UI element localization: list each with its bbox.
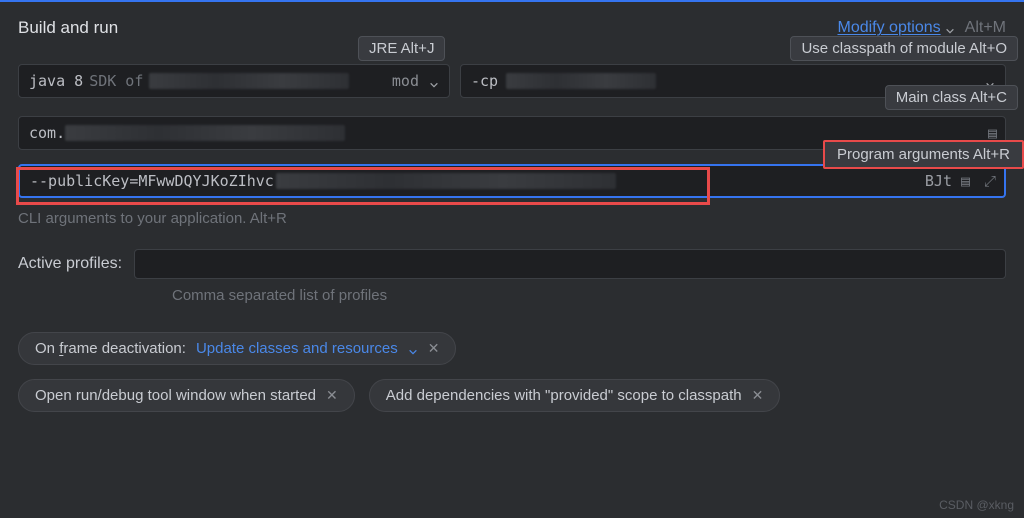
jre-value: java 8: [29, 72, 83, 90]
modify-shortcut: Alt+M: [965, 19, 1006, 37]
modify-options-link[interactable]: Modify options Alt+M: [837, 19, 1006, 37]
chip-frame-label: On frame deactivation:: [35, 340, 186, 357]
redacted-text: [506, 73, 656, 89]
close-icon[interactable]: ✕: [428, 340, 440, 357]
jre-suffix: SDK of: [89, 72, 143, 90]
chip-frame-value[interactable]: Update classes and resources: [196, 340, 398, 357]
profiles-input[interactable]: [134, 249, 1006, 279]
profiles-label: Active profiles:: [18, 255, 122, 273]
programargs-trailing: BJt: [925, 172, 952, 190]
tooltip-programargs: Program arguments Alt+R: [823, 140, 1024, 169]
chip-open-tool[interactable]: Open run/debug tool window when started …: [18, 379, 355, 412]
modify-options-label: Modify options: [837, 19, 940, 37]
mainclass-value: com.: [29, 124, 65, 142]
close-icon[interactable]: ✕: [326, 387, 338, 404]
programargs-input[interactable]: --publicKey=MFwwDQYJKoZIhvc BJt ▤ ⤢: [18, 164, 1006, 198]
section-title: Build and run: [18, 18, 118, 38]
tooltip-mainclass: Main class Alt+C: [885, 85, 1018, 110]
helper-text: CLI arguments to your application. Alt+R: [18, 210, 1006, 227]
jre-right-label: mod: [392, 72, 419, 90]
cp-value: -cp: [471, 72, 498, 90]
tooltip-jre: JRE Alt+J: [358, 36, 445, 61]
watermark: CSDN @xkng: [939, 498, 1014, 512]
jre-select[interactable]: java 8 SDK of mod: [18, 64, 450, 98]
programargs-value: --publicKey=MFwwDQYJKoZIhvc: [30, 172, 274, 190]
chevron-down-icon: [945, 23, 955, 33]
redacted-text: [65, 125, 345, 141]
chip-open-tool-label: Open run/debug tool window when started: [35, 387, 316, 404]
tooltip-classpath: Use classpath of module Alt+O: [790, 36, 1018, 61]
list-icon[interactable]: ▤: [961, 172, 970, 190]
chevron-down-icon: [429, 76, 439, 86]
redacted-text: [149, 73, 349, 89]
expand-icon[interactable]: ⤢: [984, 172, 996, 190]
chip-frame-deactivation[interactable]: On frame deactivation: Update classes an…: [18, 332, 456, 365]
close-icon[interactable]: ✕: [752, 387, 764, 404]
chip-add-deps-label: Add dependencies with "provided" scope t…: [386, 387, 742, 404]
chip-add-deps[interactable]: Add dependencies with "provided" scope t…: [369, 379, 781, 412]
chevron-down-icon: [408, 344, 418, 354]
profiles-hint: Comma separated list of profiles: [172, 287, 1006, 304]
redacted-text: [276, 173, 616, 189]
